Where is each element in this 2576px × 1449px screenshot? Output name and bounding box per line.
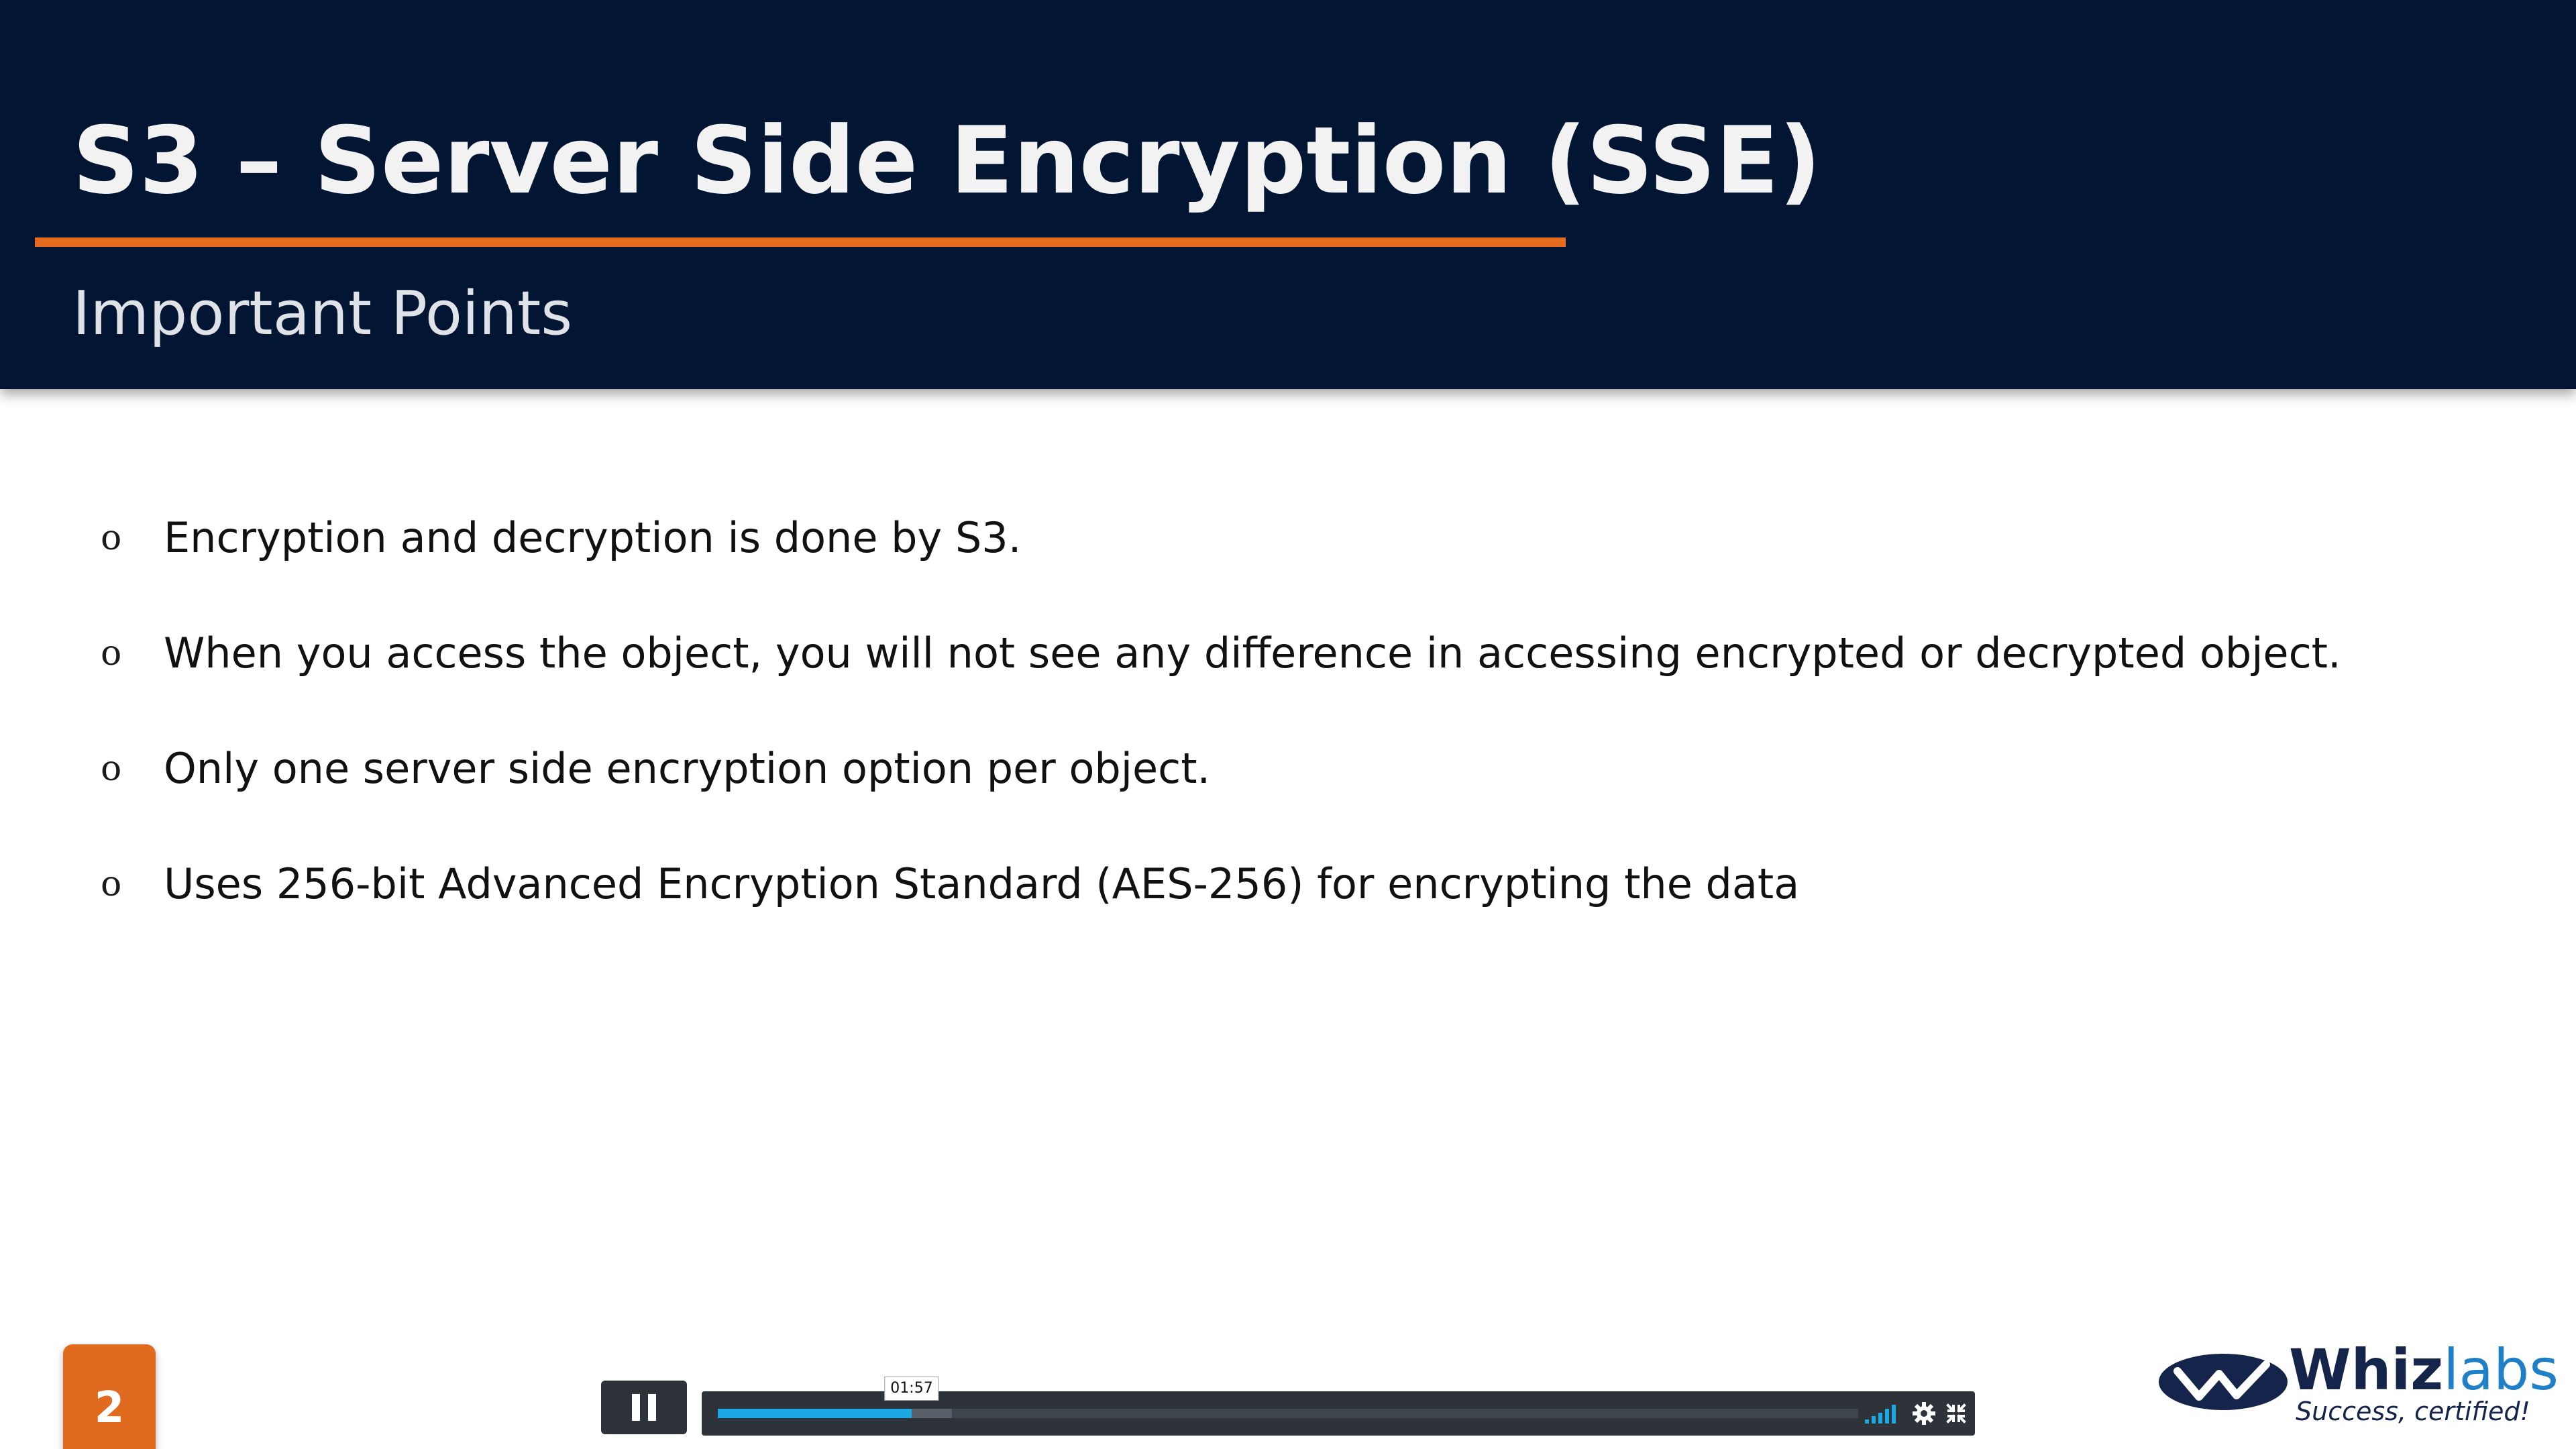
slide-title: S3 – Server Side Encryption (SSE) — [72, 107, 1821, 215]
bullet-text: Only one server side encryption option p… — [164, 744, 1211, 793]
settings-icon[interactable] — [1912, 1401, 1936, 1426]
logo-tagline: Success, certified! — [2296, 1397, 2530, 1426]
bullet-list: o Encryption and decryption is done by S… — [101, 503, 2341, 965]
bullet-item: o When you access the object, you will n… — [101, 619, 2341, 734]
slide-stage: S3 – Server Side Encryption (SSE) Import… — [0, 0, 2576, 1449]
page-number-badge: 2 — [63, 1344, 156, 1449]
bullet-text: Uses 256-bit Advanced Encryption Standar… — [164, 859, 1800, 908]
logo-word-light: labs — [2443, 1337, 2559, 1403]
pause-icon — [632, 1394, 656, 1421]
fullscreen-icon[interactable] — [1945, 1403, 1967, 1424]
progress-bar[interactable]: 01:57 — [718, 1377, 1858, 1418]
title-underline — [35, 237, 1566, 247]
slide-header: S3 – Server Side Encryption (SSE) Import… — [0, 0, 2576, 389]
logo-word-strong: Whiz — [2289, 1337, 2444, 1403]
player-control-bar: 01:57 — [702, 1377, 1975, 1436]
bullet-text: When you access the object, you will not… — [164, 629, 2341, 678]
bullet-item: o Encryption and decryption is done by S… — [101, 503, 2341, 619]
whizlabs-logo: Whizlabs Success, certified! — [2157, 1337, 2559, 1428]
current-time-tooltip: 01:57 — [884, 1377, 939, 1401]
bullet-item: o Uses 256-bit Advanced Encryption Stand… — [101, 849, 2341, 965]
logo-wordmark: Whizlabs — [2289, 1336, 2559, 1403]
bullet-marker: o — [101, 864, 122, 904]
bullet-marker: o — [101, 518, 122, 558]
bullet-marker: o — [101, 749, 122, 789]
volume-icon[interactable] — [1865, 1403, 1900, 1424]
slide-subtitle: Important Points — [72, 278, 573, 349]
pause-button[interactable] — [601, 1381, 687, 1434]
bullet-item: o Only one server side encryption option… — [101, 734, 2341, 849]
progress-played — [718, 1409, 912, 1418]
bullet-text: Encryption and decryption is done by S3. — [164, 513, 1022, 562]
bullet-marker: o — [101, 633, 122, 674]
logo-mark-icon — [2159, 1354, 2288, 1410]
